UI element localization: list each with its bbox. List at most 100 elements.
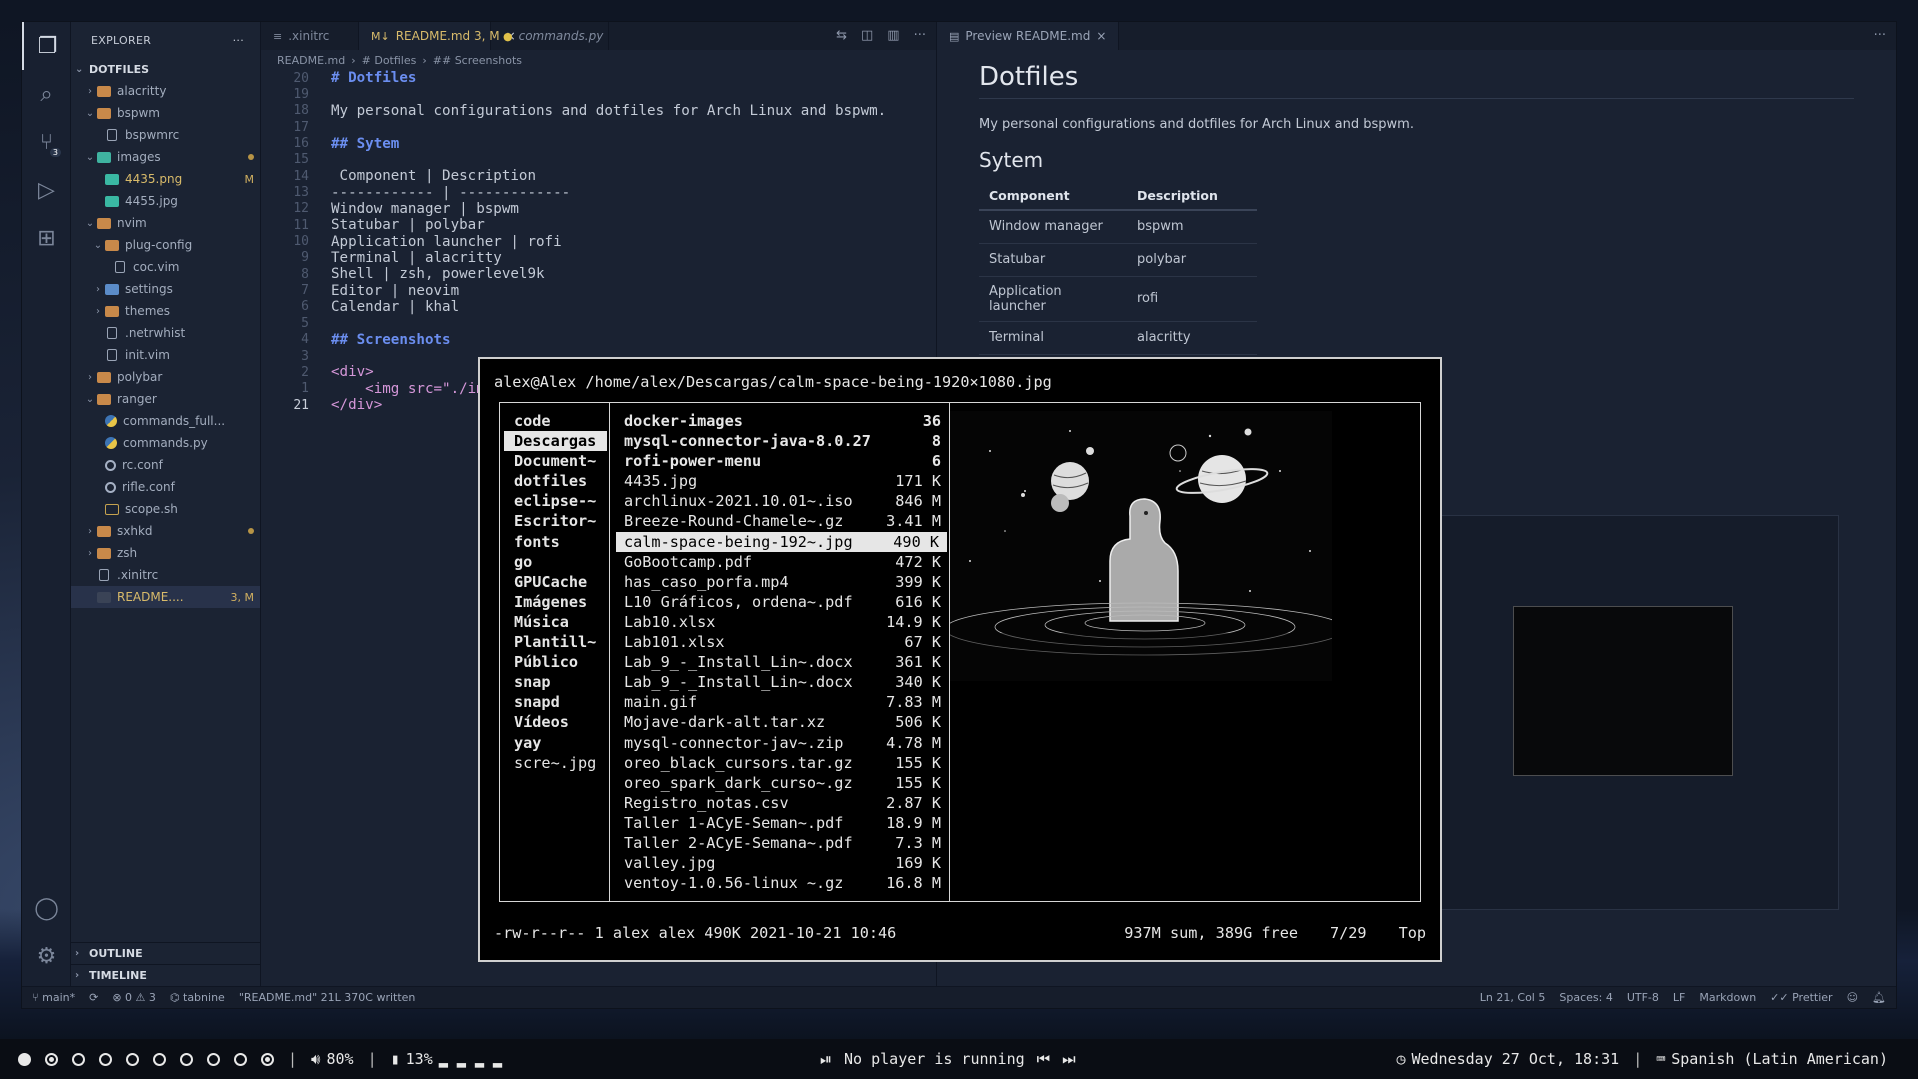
- tree-item[interactable]: ⌄ plug-config: [71, 234, 260, 256]
- run-debug-icon[interactable]: ▷: [22, 166, 71, 214]
- gear-icon[interactable]: ⚙: [22, 932, 71, 980]
- file-entry[interactable]: has_caso_porfa.mp4 399 K: [610, 572, 949, 592]
- parent-dir-entry[interactable]: snapd: [500, 692, 609, 712]
- feedback-icon[interactable]: ☺: [1847, 991, 1858, 1004]
- workspace-indicator[interactable]: [153, 1052, 166, 1066]
- split-editor-icon[interactable]: ▥: [887, 28, 899, 43]
- tree-item[interactable]: init.vim: [71, 344, 260, 366]
- tree-item[interactable]: ⌄ bspwm: [71, 102, 260, 124]
- play-pause-icon[interactable]: ⏯: [820, 1050, 832, 1068]
- file-entry[interactable]: Mojave-dark-alt.tar.xz 506 K: [610, 712, 949, 732]
- workspace-indicator[interactable]: [261, 1052, 274, 1066]
- prettier-status[interactable]: ✓✓ Prettier: [1770, 991, 1832, 1004]
- parent-dir-entry[interactable]: Descargas: [504, 431, 607, 452]
- tree-item[interactable]: › themes: [71, 300, 260, 322]
- file-entry[interactable]: 4435.jpg 171 K: [610, 471, 949, 491]
- file-entry[interactable]: mysql-connector-jav~.zip 4.78 M: [610, 733, 949, 753]
- source-control-icon[interactable]: ⑂ 3: [22, 118, 71, 166]
- file-entry[interactable]: ventoy-1.0.56-linux ~.gz 16.8 M: [610, 873, 949, 893]
- tree-item[interactable]: › sxhkd: [71, 520, 260, 542]
- end-of-line[interactable]: LF: [1673, 991, 1685, 1004]
- parent-dir-entry[interactable]: code: [500, 411, 609, 431]
- file-entry[interactable]: main.gif 7.83 M: [610, 692, 949, 712]
- tree-item[interactable]: scope.sh: [71, 498, 260, 520]
- editor-tab[interactable]: ● commands.py: [491, 22, 609, 50]
- problems-indicator[interactable]: ⊗ 0 ⚠ 3: [112, 991, 156, 1004]
- explorer-icon[interactable]: ❐: [22, 22, 71, 70]
- file-entry[interactable]: oreo_black_cursors.tar.gz 155 K: [610, 753, 949, 773]
- file-entry[interactable]: Breeze-Round-Chamele~.gz 3.41 M: [610, 511, 949, 531]
- file-entry[interactable]: valley.jpg 169 K: [610, 853, 949, 873]
- tree-item[interactable]: README.... 3, M: [71, 586, 260, 608]
- file-entry[interactable]: rofi-power-menu 6: [610, 451, 949, 471]
- parent-dir-entry[interactable]: dotfiles: [500, 471, 609, 491]
- parent-dir-entry[interactable]: snap: [500, 672, 609, 692]
- parent-dir-entry[interactable]: Plantill~: [500, 632, 609, 652]
- file-entry[interactable]: GoBootcamp.pdf 472 K: [610, 552, 949, 572]
- language-mode[interactable]: Markdown: [1699, 991, 1756, 1004]
- parent-dir-entry[interactable]: fonts: [500, 532, 609, 552]
- workspace-indicator[interactable]: [126, 1052, 139, 1066]
- previous-icon[interactable]: ⏮: [1037, 1050, 1051, 1068]
- tree-item[interactable]: › zsh: [71, 542, 260, 564]
- indentation[interactable]: Spaces: 4: [1559, 991, 1612, 1004]
- file-entry[interactable]: Taller 2-ACyE-Semana~.pdf 7.3 M: [610, 833, 949, 853]
- tree-item[interactable]: rifle.conf: [71, 476, 260, 498]
- volume-module[interactable]: 🔊︎ 80%: [311, 1050, 354, 1068]
- account-icon[interactable]: ◯: [22, 884, 71, 932]
- file-entry[interactable]: Lab101.xlsx 67 K: [610, 632, 949, 652]
- file-entry[interactable]: Lab10.xlsx 14.9 K: [610, 612, 949, 632]
- sync-icon[interactable]: ⟳: [89, 991, 98, 1004]
- tree-item[interactable]: coc.vim: [71, 256, 260, 278]
- workspace-indicator[interactable]: [99, 1052, 112, 1066]
- tabnine-indicator[interactable]: ⌬ tabnine: [170, 991, 225, 1004]
- file-entry[interactable]: mysql-connector-java-8.0.27 8: [610, 431, 949, 451]
- parent-dir-entry[interactable]: Vídeos: [500, 712, 609, 732]
- tree-item[interactable]: ⌄ nvim: [71, 212, 260, 234]
- tree-item[interactable]: › alacritty: [71, 80, 260, 102]
- tree-item[interactable]: › polybar: [71, 366, 260, 388]
- workspace-indicator[interactable]: [234, 1052, 247, 1066]
- parent-dir-entry[interactable]: Document~: [500, 451, 609, 471]
- parent-dir-entry[interactable]: Imágenes: [500, 592, 609, 612]
- next-icon[interactable]: ⏭: [1062, 1050, 1076, 1068]
- parent-dir-entry[interactable]: Público: [500, 652, 609, 672]
- workspace-indicator[interactable]: [207, 1052, 220, 1066]
- more-actions-icon[interactable]: ···: [233, 34, 244, 47]
- editor-tab[interactable]: M↓ README.md 3, M ×: [359, 22, 516, 50]
- workspace-indicator[interactable]: [180, 1052, 193, 1066]
- file-entry[interactable]: Lab_9_-_Install_Lin~.docx 361 K: [610, 652, 949, 672]
- editor-tab[interactable]: ≡ .xinitrc: [261, 22, 359, 50]
- tree-item[interactable]: .xinitrc: [71, 564, 260, 586]
- parent-dir-entry[interactable]: GPUCache: [500, 572, 609, 592]
- tree-item[interactable]: commands.py: [71, 432, 260, 454]
- extensions-icon[interactable]: ⊞: [22, 214, 71, 262]
- search-icon[interactable]: ⌕: [22, 70, 71, 118]
- tree-item[interactable]: ⌄ ranger: [71, 388, 260, 410]
- file-entry[interactable]: archlinux-2021.10.01~.iso 846 M: [610, 491, 949, 511]
- encoding[interactable]: UTF-8: [1627, 991, 1659, 1004]
- file-entry[interactable]: docker-images 36: [610, 411, 949, 431]
- file-entry[interactable]: Taller 1-ACyE-Seman~.pdf 18.9 M: [610, 813, 949, 833]
- preview-more-icon[interactable]: ···: [1874, 28, 1886, 43]
- parent-dir-entry[interactable]: yay: [500, 733, 609, 753]
- tree-item[interactable]: commands_full...: [71, 410, 260, 432]
- breadcrumb-file[interactable]: README.md: [277, 54, 345, 67]
- parent-dir-entry[interactable]: scre~.jpg: [500, 753, 609, 773]
- workspace-indicator[interactable]: [18, 1052, 31, 1066]
- workspace-indicator[interactable]: [72, 1052, 85, 1066]
- keyboard-layout[interactable]: ⌨ Spanish (Latin American): [1656, 1050, 1888, 1068]
- workspace-indicator[interactable]: [45, 1052, 58, 1066]
- close-icon[interactable]: ×: [1096, 29, 1106, 43]
- git-branch[interactable]: ⑂ main*: [32, 991, 75, 1004]
- notifications-icon[interactable]: 🔔︎: [1872, 991, 1886, 1004]
- file-entry[interactable]: L10 Gráficos, ordena~.pdf 616 K: [610, 592, 949, 612]
- tree-item[interactable]: › settings: [71, 278, 260, 300]
- timeline-section[interactable]: › TIMELINE: [71, 964, 260, 986]
- file-entry[interactable]: Registro_notas.csv 2.87 K: [610, 793, 949, 813]
- tree-item[interactable]: ⌄ images: [71, 146, 260, 168]
- tree-item[interactable]: rc.conf: [71, 454, 260, 476]
- tree-item[interactable]: bspwmrc: [71, 124, 260, 146]
- open-preview-icon[interactable]: ◫: [861, 28, 873, 43]
- parent-dir-entry[interactable]: Escritor~: [500, 511, 609, 531]
